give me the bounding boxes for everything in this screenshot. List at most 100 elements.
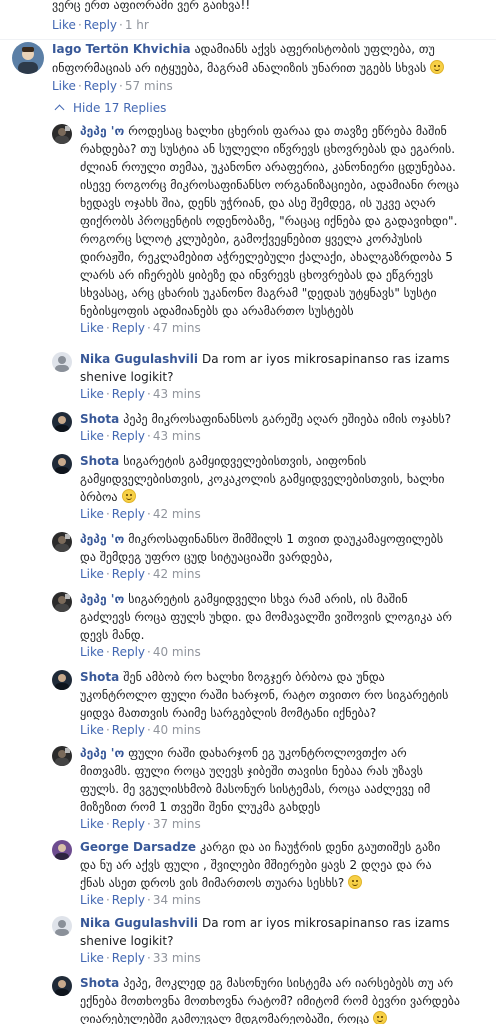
like-link[interactable]: Like [52,79,76,93]
like-link[interactable]: Like [80,567,104,581]
like-link[interactable]: Like [80,645,104,659]
comment-text: პეპე 'ო მიკროსაფინანსო შიმშილს 1 თვით დაუ… [80,530,460,566]
timestamp: 47 mins [152,321,201,335]
comment-body: როდესაც ხალხი ცხერის ფარაა და თავზე ეწრე… [80,124,460,318]
user-avatar-icon [52,976,72,996]
comment-text: Shota პეპე, მოკლედ ეგ მასონური სისტემა არ… [80,974,460,1024]
separator-dot: · [147,893,151,907]
reply-link[interactable]: Reply [112,723,145,737]
comment-body: პეპე, მოკლედ ეგ მასონური სისტემა არ იარს… [80,976,460,1024]
timestamp: 43 mins [152,429,201,443]
avatar[interactable] [52,670,72,690]
comment-actions: Like · Reply · 37 mins [80,816,460,832]
avatar[interactable] [12,42,44,74]
reply-link[interactable]: Reply [84,18,117,32]
avatar[interactable] [52,124,72,144]
comment-actions: Like · Reply · 40 mins [80,722,460,738]
comment-author[interactable]: Shota [80,454,119,468]
avatar[interactable] [52,592,72,612]
avatar[interactable] [52,352,72,372]
separator-dot: · [105,429,110,443]
comment-author[interactable]: პეპე 'ო [80,532,124,546]
like-link[interactable]: Like [80,951,104,965]
separator-dot: · [147,429,151,443]
comment-author[interactable]: Iago Tertön Khvichia [52,42,191,56]
comment-author[interactable]: Nika Gugulashvili [80,916,198,930]
separator-dot: · [105,951,110,965]
reply-link[interactable]: Reply [112,893,145,907]
separator-dot: · [147,645,151,659]
like-link[interactable]: Like [80,429,104,443]
avatar[interactable] [52,532,72,552]
separator-dot: · [105,507,110,521]
user-avatar-icon [12,42,44,74]
reply-link[interactable]: Reply [112,645,145,659]
reply-link[interactable]: Reply [112,507,145,521]
comment-body: ფული რაში დახარჯონ ეგ უკონტროლოვთქო არ მ… [80,746,431,814]
avatar[interactable] [52,746,72,766]
smile-emoji-icon [121,489,136,503]
user-avatar-icon [52,840,72,860]
comment-text: პეპე 'ო სიგარეტის გამყიდველი სხვა რამ არი… [80,590,460,644]
user-avatar-icon [52,124,72,144]
timestamp: 42 mins [152,507,201,521]
chevron-up-icon [54,104,65,115]
comment-author[interactable]: Nika Gugulashvili [80,352,198,366]
hide-replies-label: Hide 17 Replies [73,101,167,115]
reply-link[interactable]: Reply [112,951,145,965]
comment-author[interactable]: პეპე 'ო [80,746,124,760]
separator-dot: · [105,723,110,737]
comment-author[interactable]: Shota [80,670,119,684]
avatar[interactable] [52,454,72,474]
avatar[interactable] [52,840,72,860]
reply-link[interactable]: Reply [84,79,117,93]
like-link[interactable]: Like [80,723,104,737]
hide-replies-button[interactable]: Hide 17 Replies [52,100,166,116]
timestamp: 43 mins [152,387,201,401]
timestamp: 1 hr [124,18,149,32]
user-avatar-icon [52,454,72,474]
comment-text: Shota შენ ამბობ რო ხალხი ზოგჯერ ბრბოა და … [80,668,460,722]
reply-link[interactable]: Reply [112,817,145,831]
like-link[interactable]: Like [80,817,104,831]
separator-dot: · [105,893,110,907]
like-link[interactable]: Like [80,321,104,335]
comment-actions: Like · Reply · 40 mins [80,644,460,660]
separator-dot: · [147,567,151,581]
avatar[interactable] [52,916,72,936]
user-avatar-icon [52,746,72,766]
like-link[interactable]: Like [80,387,104,401]
reply-link[interactable]: Reply [112,567,145,581]
comment-text: პეპე 'ო ფული რაში დახარჯონ ეგ უკონტროლოვთ… [80,744,460,816]
separator-dot: · [147,817,151,831]
reply-link[interactable]: Reply [112,429,145,443]
separator-dot: · [147,321,151,335]
comment-author[interactable]: Shota [80,976,119,990]
reply-link[interactable]: Reply [112,387,145,401]
avatar[interactable] [52,412,72,432]
like-link[interactable]: Like [80,507,104,521]
comment-actions: Like · Reply · 33 mins [80,950,460,966]
separator-dot: · [105,321,110,335]
separator-dot: · [105,567,110,581]
avatar[interactable] [52,976,72,996]
separator-dot: · [105,817,110,831]
reply-link[interactable]: Reply [112,321,145,335]
comment-author[interactable]: Shota [80,412,119,426]
comment-author[interactable]: პეპე 'ო [80,124,124,138]
comment-actions: Like · Reply · 42 mins [80,506,460,522]
smile-emoji-icon [430,60,445,74]
separator-dot: · [147,387,151,401]
like-link[interactable]: Like [80,893,104,907]
comment-text: პეპე 'ო როდესაც ხალხი ცხერის ფარაა და თავ… [80,122,460,320]
separator-dot: · [105,387,110,401]
comment-author[interactable]: George Darsadze [80,840,196,854]
comment-text: Shota პეპე მიკროსაფინანსოს გარეშე აღარ ეშ… [80,410,460,428]
like-link[interactable]: Like [52,18,76,32]
comment-author[interactable]: პეპე 'ო [80,592,124,606]
separator-dot: · [147,951,151,965]
comment-actions: Like · Reply · 34 mins [80,892,460,908]
user-avatar-icon [52,670,72,690]
separator-dot: · [147,723,151,737]
timestamp: 57 mins [124,79,173,93]
